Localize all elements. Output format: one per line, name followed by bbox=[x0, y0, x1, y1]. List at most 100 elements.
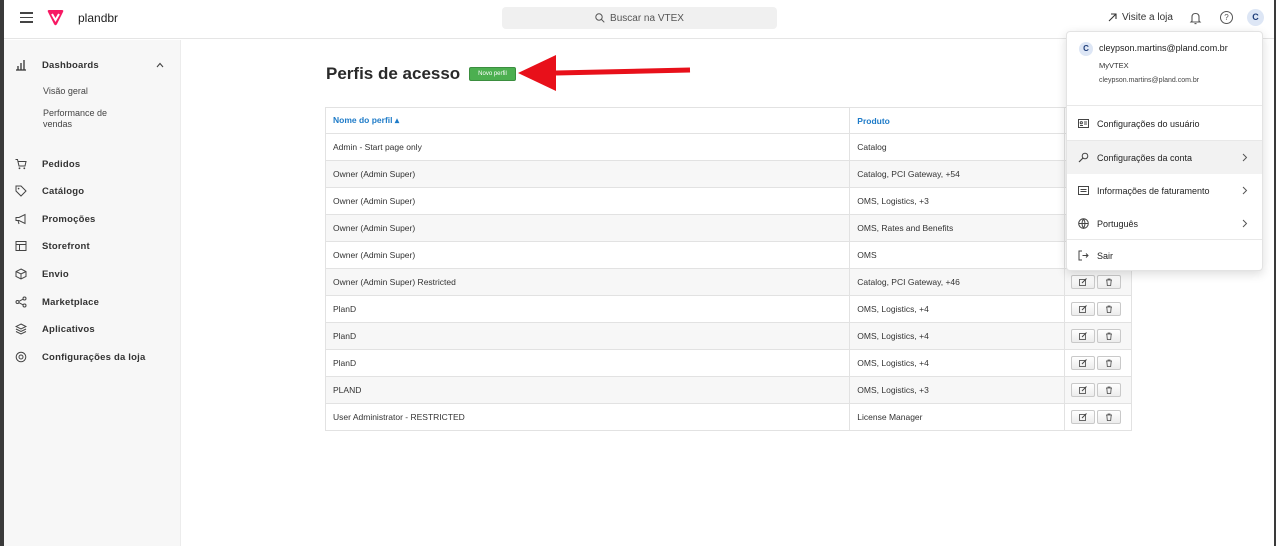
sidebar-item-label: Dashboards bbox=[42, 59, 99, 71]
menu-item-account-settings[interactable]: Configurações da conta bbox=[1067, 141, 1262, 174]
cell-actions bbox=[1064, 349, 1132, 377]
trash-icon bbox=[1106, 413, 1112, 421]
cell-product: License Manager bbox=[849, 403, 1065, 431]
column-header-profile-name[interactable]: Nome do perfil ▴ bbox=[324, 107, 851, 134]
cell-profile-name[interactable]: Owner (Admin Super) Restricted bbox=[324, 268, 851, 296]
trash-icon bbox=[1106, 386, 1112, 394]
table-row: Owner (Admin Super) OMS, Logistics, +3 bbox=[324, 187, 1132, 215]
trash-icon bbox=[1106, 305, 1112, 313]
trash-icon bbox=[1106, 359, 1112, 367]
delete-button[interactable] bbox=[1097, 383, 1121, 397]
cell-profile-name[interactable]: PLAND bbox=[324, 376, 851, 404]
sidebar: Dashboards Visão geral Performance de ve… bbox=[4, 40, 181, 546]
red-arrow-annotation bbox=[518, 55, 691, 91]
cell-product: OMS, Logistics, +4 bbox=[849, 349, 1065, 377]
cell-profile-name[interactable]: PlanD bbox=[324, 322, 851, 350]
cell-profile-name[interactable]: Admin - Start page only bbox=[324, 133, 851, 161]
cell-actions bbox=[1064, 268, 1132, 296]
sidebar-item-store-settings[interactable]: Configurações da loja bbox=[15, 351, 145, 363]
sidebar-subitem-overview[interactable]: Visão geral bbox=[43, 86, 88, 97]
table-row: Owner (Admin Super) Catalog, PCI Gateway,… bbox=[324, 160, 1132, 188]
sidebar-item-shipping[interactable]: Envio bbox=[15, 268, 69, 280]
page-title: Perfis de acesso bbox=[326, 64, 461, 83]
cell-profile-name[interactable]: User Administrator - RESTRICTED bbox=[324, 403, 851, 431]
cell-profile-name[interactable]: Owner (Admin Super) bbox=[324, 214, 851, 242]
visit-store-link[interactable]: Visite a loja bbox=[1108, 12, 1173, 23]
new-profile-button[interactable]: Novo perfil bbox=[469, 67, 516, 81]
cell-actions bbox=[1064, 322, 1132, 350]
sidebar-item-label: Storefront bbox=[42, 240, 90, 252]
chevron-right-icon bbox=[1242, 219, 1248, 228]
search-bar[interactable]: Buscar na VTEX bbox=[502, 7, 777, 29]
edit-button[interactable] bbox=[1071, 329, 1095, 343]
bell-icon[interactable] bbox=[1189, 11, 1202, 25]
edit-button[interactable] bbox=[1071, 356, 1095, 370]
sidebar-item-orders[interactable]: Pedidos bbox=[15, 158, 80, 170]
menu-item-language[interactable]: Português bbox=[1067, 207, 1262, 240]
edit-button[interactable] bbox=[1071, 383, 1095, 397]
delete-button[interactable] bbox=[1097, 356, 1121, 370]
search-icon bbox=[595, 13, 605, 23]
invoice-icon bbox=[1078, 186, 1089, 195]
menu-item-label: Sair bbox=[1097, 250, 1114, 261]
trash-icon bbox=[1106, 332, 1112, 340]
menu-item-logout[interactable]: Sair bbox=[1067, 240, 1262, 271]
sidebar-item-label: Envio bbox=[42, 268, 69, 280]
cell-profile-name[interactable]: Owner (Admin Super) bbox=[324, 241, 851, 269]
chevron-right-icon bbox=[1242, 153, 1248, 162]
external-arrow-icon bbox=[1108, 13, 1117, 22]
user-menu-avatar: C bbox=[1079, 42, 1093, 56]
delete-button[interactable] bbox=[1097, 302, 1121, 316]
profiles-table: Nome do perfil ▴ Produto Admin - Start p… bbox=[324, 107, 1132, 431]
user-email: cleypson.martins@pland.com.br bbox=[1099, 43, 1228, 53]
cell-actions bbox=[1064, 403, 1132, 431]
id-card-icon bbox=[1078, 119, 1089, 128]
menu-icon[interactable] bbox=[20, 12, 33, 23]
cell-product: OMS, Logistics, +3 bbox=[849, 187, 1065, 215]
user-avatar[interactable]: C bbox=[1247, 9, 1264, 26]
sidebar-item-storefront[interactable]: Storefront bbox=[15, 240, 90, 252]
account-name[interactable]: plandbr bbox=[78, 11, 118, 25]
sidebar-item-label: Pedidos bbox=[42, 158, 81, 170]
menu-divider bbox=[1067, 105, 1262, 106]
menu-item-user-settings[interactable]: Configurações do usuário bbox=[1067, 107, 1262, 140]
tag-icon bbox=[15, 185, 27, 197]
cell-profile-name[interactable]: PlanD bbox=[324, 295, 851, 323]
delete-button[interactable] bbox=[1097, 410, 1121, 424]
gear-icon bbox=[15, 351, 27, 363]
sidebar-item-label: Catálogo bbox=[42, 185, 85, 197]
sidebar-item-label: Configurações da loja bbox=[42, 351, 146, 363]
cell-product: OMS, Logistics, +3 bbox=[849, 376, 1065, 404]
column-header-product[interactable]: Produto bbox=[849, 107, 1065, 134]
sidebar-item-catalog[interactable]: Catálogo bbox=[15, 185, 84, 197]
vtex-logo-icon[interactable] bbox=[47, 10, 64, 26]
user-email-secondary: cleypson.martins@pland.com.br bbox=[1099, 77, 1200, 84]
sidebar-item-promotions[interactable]: Promoções bbox=[15, 213, 96, 225]
sidebar-item-dashboards[interactable]: Dashboards bbox=[15, 59, 99, 71]
edit-icon bbox=[1079, 359, 1087, 367]
cell-profile-name[interactable]: Owner (Admin Super) bbox=[324, 160, 851, 188]
cell-profile-name[interactable]: PlanD bbox=[324, 349, 851, 377]
sidebar-item-apps[interactable]: Aplicativos bbox=[15, 323, 95, 335]
cell-actions bbox=[1064, 295, 1132, 323]
help-icon[interactable]: ? bbox=[1220, 11, 1233, 24]
edit-button[interactable] bbox=[1071, 302, 1095, 316]
delete-button[interactable] bbox=[1097, 275, 1121, 289]
table-row: Owner (Admin Super) Restricted Catalog, P… bbox=[324, 268, 1132, 296]
table-row: PLAND OMS, Logistics, +3 bbox=[324, 376, 1132, 404]
delete-button[interactable] bbox=[1097, 329, 1121, 343]
layout-icon bbox=[15, 241, 27, 251]
search-placeholder: Buscar na VTEX bbox=[610, 12, 684, 24]
cell-product: OMS, Logistics, +4 bbox=[849, 322, 1065, 350]
edit-button[interactable] bbox=[1071, 410, 1095, 424]
edit-button[interactable] bbox=[1071, 275, 1095, 289]
table-row: PlanD OMS, Logistics, +4 bbox=[324, 349, 1132, 377]
menu-item-label: Configurações do usuário bbox=[1097, 118, 1200, 129]
sidebar-subitem-sales-performance[interactable]: Performance de vendas bbox=[43, 108, 133, 130]
sidebar-item-marketplace[interactable]: Marketplace bbox=[15, 296, 99, 308]
cell-profile-name[interactable]: Owner (Admin Super) bbox=[324, 187, 851, 215]
menu-item-billing-info[interactable]: Informações de faturamento bbox=[1067, 174, 1262, 207]
chevron-up-icon[interactable] bbox=[156, 61, 164, 69]
menu-item-label: Português bbox=[1097, 218, 1139, 229]
edit-icon bbox=[1079, 332, 1087, 340]
